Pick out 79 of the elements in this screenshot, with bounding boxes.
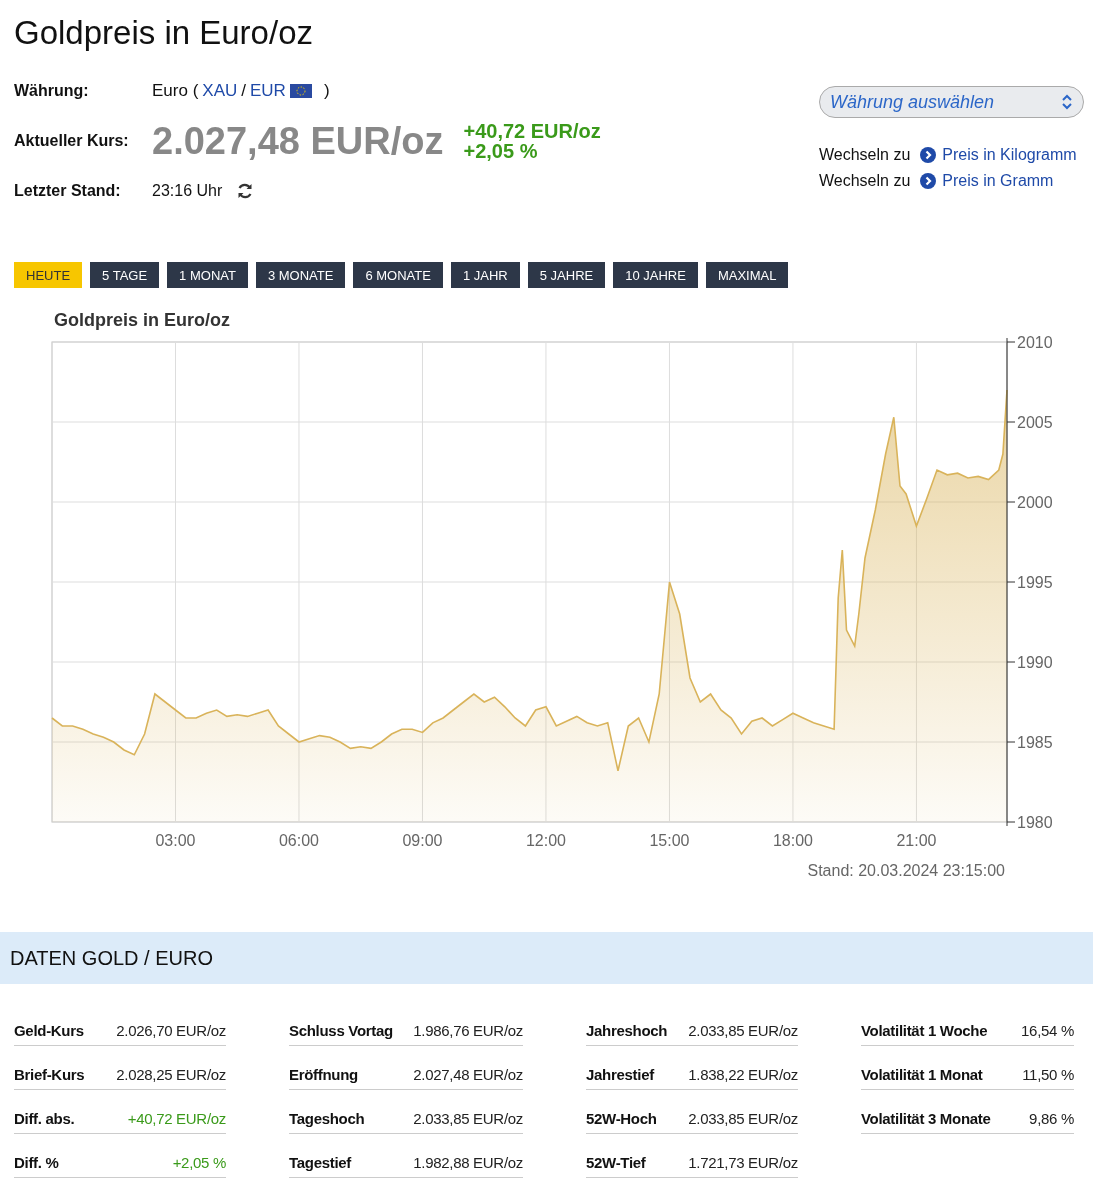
data-value: 1.982,88 EUR/oz <box>413 1154 523 1171</box>
data-value: 2.033,85 EUR/oz <box>413 1110 523 1127</box>
x-tick-label: 12:00 <box>525 832 566 849</box>
data-label: Diff. % <box>14 1154 59 1171</box>
y-tick-label: 1980 <box>1017 814 1053 831</box>
data-value: 1.838,22 EUR/oz <box>688 1066 798 1083</box>
section-header: DATEN GOLD / EURO <box>0 932 1093 984</box>
range-tab[interactable]: 5 TAGE <box>90 262 160 288</box>
unit-link[interactable]: Preis in Gramm <box>942 172 1054 190</box>
data-value: 11,50 % <box>1022 1066 1074 1083</box>
x-tick-label: 15:00 <box>649 832 690 849</box>
range-tab[interactable]: 6 MONATE <box>353 262 443 288</box>
data-label: Tagestief <box>289 1154 352 1171</box>
closing-paren: ) <box>323 81 330 101</box>
data-label: Geld-Kurs <box>14 1022 84 1039</box>
data-label: Jahreshoch <box>586 1022 668 1039</box>
range-tab[interactable]: 5 JAHRE <box>527 262 606 288</box>
data-value: 2.028,25 EUR/oz <box>116 1066 226 1083</box>
range-tab[interactable]: MAXIMAL <box>705 262 789 288</box>
y-tick-label: 1995 <box>1017 574 1053 591</box>
switch-prefix: Wechseln zu <box>819 146 911 164</box>
data-value: +40,72 EUR/oz <box>127 1110 226 1127</box>
range-tab[interactable]: 10 JAHRE <box>613 262 698 288</box>
currency-select[interactable]: Währung auswählen <box>819 86 1084 118</box>
x-tick-label: 21:00 <box>896 832 937 849</box>
current-price: 2.027,48 EUR/oz <box>152 119 444 163</box>
data-label: 52W-Hoch <box>586 1110 657 1127</box>
data-label: Volatilität 1 Monat <box>861 1066 983 1083</box>
data-value: 16,54 % <box>1021 1022 1074 1039</box>
data-label: Tageshoch <box>289 1110 365 1127</box>
y-tick-label: 2005 <box>1017 414 1053 431</box>
data-label: Jahrestief <box>586 1066 654 1083</box>
x-tick-label: 18:00 <box>772 832 813 849</box>
refresh-icon[interactable] <box>236 182 255 200</box>
data-value: 1.721,73 EUR/oz <box>688 1154 798 1171</box>
currency-label: Währung: <box>14 82 90 100</box>
change-percent: +2,05 % <box>463 141 539 161</box>
y-tick-label: 2010 <box>1017 334 1053 351</box>
separator: / <box>241 81 246 101</box>
chart-timestamp: Stand: 20.03.2024 23:15:00 <box>807 862 1005 879</box>
x-tick-label: 06:00 <box>278 832 319 849</box>
unit-link[interactable]: Preis in Kilogramm <box>942 146 1077 164</box>
updated-label: Letzter Stand: <box>14 182 122 200</box>
range-tab[interactable]: HEUTE <box>14 262 83 288</box>
price-label: Aktueller Kurs: <box>14 132 130 150</box>
y-tick-label: 1985 <box>1017 734 1053 751</box>
data-value: 2.033,85 EUR/oz <box>688 1022 798 1039</box>
chart-title: Goldpreis in Euro/oz <box>54 310 230 330</box>
data-value: +2,05 % <box>172 1154 226 1171</box>
data-label: Volatilität 1 Woche <box>861 1022 988 1039</box>
updated-time: 23:16 Uhr <box>152 182 223 200</box>
currency-name: Euro ( <box>152 81 199 101</box>
data-value: 2.027,48 EUR/oz <box>413 1066 523 1083</box>
y-tick-label: 1990 <box>1017 654 1053 671</box>
page-title: Goldpreis in Euro/oz <box>14 14 314 52</box>
chevron-circle-icon <box>920 173 937 189</box>
change-absolute: +40,72 EUR/oz <box>463 121 601 141</box>
eu-flag-icon <box>289 84 312 98</box>
data-label: Diff. abs. <box>14 1110 75 1127</box>
data-label: 52W-Tief <box>586 1154 646 1171</box>
data-label: Schluss Vortag <box>289 1022 393 1039</box>
y-tick-label: 2000 <box>1017 494 1053 511</box>
data-value: 9,86 % <box>1029 1110 1074 1127</box>
data-value: 2.033,85 EUR/oz <box>688 1110 798 1127</box>
data-label: Brief-Kurs <box>14 1066 85 1083</box>
updown-chevron-icon <box>1061 94 1073 110</box>
data-value: 1.986,76 EUR/oz <box>413 1022 523 1039</box>
range-tab[interactable]: 1 MONAT <box>167 262 248 288</box>
xau-link[interactable]: XAU <box>202 81 238 101</box>
range-tab[interactable]: 3 MONATE <box>255 262 346 288</box>
eur-link[interactable]: EUR <box>250 81 286 101</box>
x-tick-label: 09:00 <box>402 832 443 849</box>
chevron-circle-icon <box>920 147 937 163</box>
range-tab[interactable]: 1 JAHR <box>450 262 520 288</box>
data-value: 2.026,70 EUR/oz <box>116 1022 226 1039</box>
switch-prefix: Wechseln zu <box>819 172 911 190</box>
x-tick-label: 03:00 <box>155 832 196 849</box>
data-label: Volatilität 3 Monate <box>861 1110 991 1127</box>
data-label: Eröffnung <box>289 1066 358 1083</box>
